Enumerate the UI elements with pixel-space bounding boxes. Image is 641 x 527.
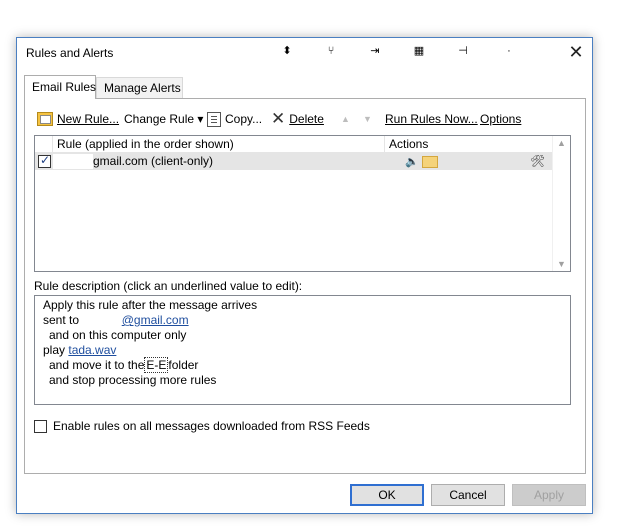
speaker-icon: 🔈: [405, 156, 419, 168]
sent-to-link[interactable]: @gmail.com: [122, 313, 189, 327]
move-down-icon: ▼: [363, 114, 372, 124]
scroll-up-icon[interactable]: ▲: [557, 138, 566, 148]
scroll-down-icon[interactable]: ▼: [557, 259, 566, 269]
branch-icon[interactable]: ⑂: [322, 42, 340, 60]
tab-email-rules[interactable]: Email Rules: [24, 75, 96, 99]
grid-icon[interactable]: ▦: [410, 42, 428, 60]
ok-button[interactable]: OK: [350, 484, 424, 506]
apply-button[interactable]: Apply: [512, 484, 586, 506]
sound-file-link[interactable]: tada.wav: [68, 343, 116, 357]
copy-icon: [207, 111, 221, 127]
email-rules-panel: New Rule... Change Rule ▾ Copy... ✕ Dele…: [24, 98, 586, 474]
column-header-rule[interactable]: Rule (applied in the order shown): [53, 137, 234, 152]
desc-line-move: and move it to the E-E folder: [49, 357, 199, 373]
rule-action-icons: 🔈: [405, 153, 438, 170]
desc-line-apply: Apply this rule after the message arrive…: [43, 298, 258, 312]
move-up-icon: ▲: [341, 114, 350, 124]
desc-line-sent-to: sent to @gmail.com: [43, 313, 189, 327]
rule-description-box: Apply this rule after the message arrive…: [34, 295, 571, 405]
options-button[interactable]: Options: [480, 109, 521, 129]
rules-list-header: Rule (applied in the order shown) Action…: [35, 136, 553, 153]
pin-down-icon[interactable]: ⬍: [278, 42, 296, 60]
new-rule-button[interactable]: New Rule...: [37, 109, 119, 129]
tab-manage-alerts[interactable]: Manage Alerts: [96, 77, 183, 98]
title-bar: Rules and Alerts ⬍ ⑂ ⇥ ▦ ⊣ · ✕: [17, 38, 592, 68]
import-icon[interactable]: ⇥: [366, 42, 384, 60]
rules-and-alerts-dialog: Rules and Alerts ⬍ ⑂ ⇥ ▦ ⊣ · ✕ Email Rul…: [16, 37, 593, 514]
redacted-rule-name: [53, 154, 93, 169]
folder-value-link[interactable]: E-E: [144, 357, 169, 373]
rule-row[interactable]: gmail.com (client-only) 🔈 🛠: [35, 153, 553, 170]
delete-button[interactable]: ✕ Delete: [271, 109, 324, 129]
rss-option[interactable]: Enable rules on all messages downloaded …: [34, 419, 370, 433]
rss-label: Enable rules on all messages downloaded …: [53, 419, 370, 433]
rule-name: gmail.com (client-only): [93, 154, 214, 168]
close-button[interactable]: ✕: [568, 41, 584, 63]
dot-icon[interactable]: ·: [500, 42, 518, 60]
rules-toolbar: New Rule... Change Rule ▾ Copy... ✕ Dele…: [35, 109, 575, 129]
rule-description-label: Rule description (click an underlined va…: [34, 279, 303, 293]
copy-button[interactable]: Copy...: [207, 109, 262, 129]
new-rule-icon: [37, 112, 53, 126]
rules-list-scrollbar[interactable]: ▲ ▼: [552, 136, 570, 271]
dialog-title: Rules and Alerts: [26, 46, 114, 60]
delete-x-icon: ✕: [271, 109, 286, 128]
change-rule-button[interactable]: Change Rule ▾: [124, 109, 203, 129]
run-rules-now-button[interactable]: Run Rules Now...: [385, 109, 478, 129]
rules-list[interactable]: Rule (applied in the order shown) Action…: [34, 135, 571, 272]
move-to-folder-icon: [421, 155, 438, 168]
cancel-button[interactable]: Cancel: [431, 484, 505, 506]
rss-checkbox[interactable]: [34, 419, 47, 433]
desc-line-play: play tada.wav: [43, 343, 117, 357]
rule-options-icon: 🛠: [530, 154, 546, 168]
move-up-button[interactable]: ▲: [341, 109, 350, 129]
desc-line-computer: and on this computer only: [49, 328, 187, 342]
pushpin-icon[interactable]: ⊣: [454, 42, 472, 60]
rule-enabled-checkbox[interactable]: [38, 153, 51, 168]
column-header-actions[interactable]: Actions: [385, 137, 428, 152]
desc-line-stop: and stop processing more rules: [49, 373, 217, 387]
move-down-button[interactable]: ▼: [363, 109, 372, 129]
